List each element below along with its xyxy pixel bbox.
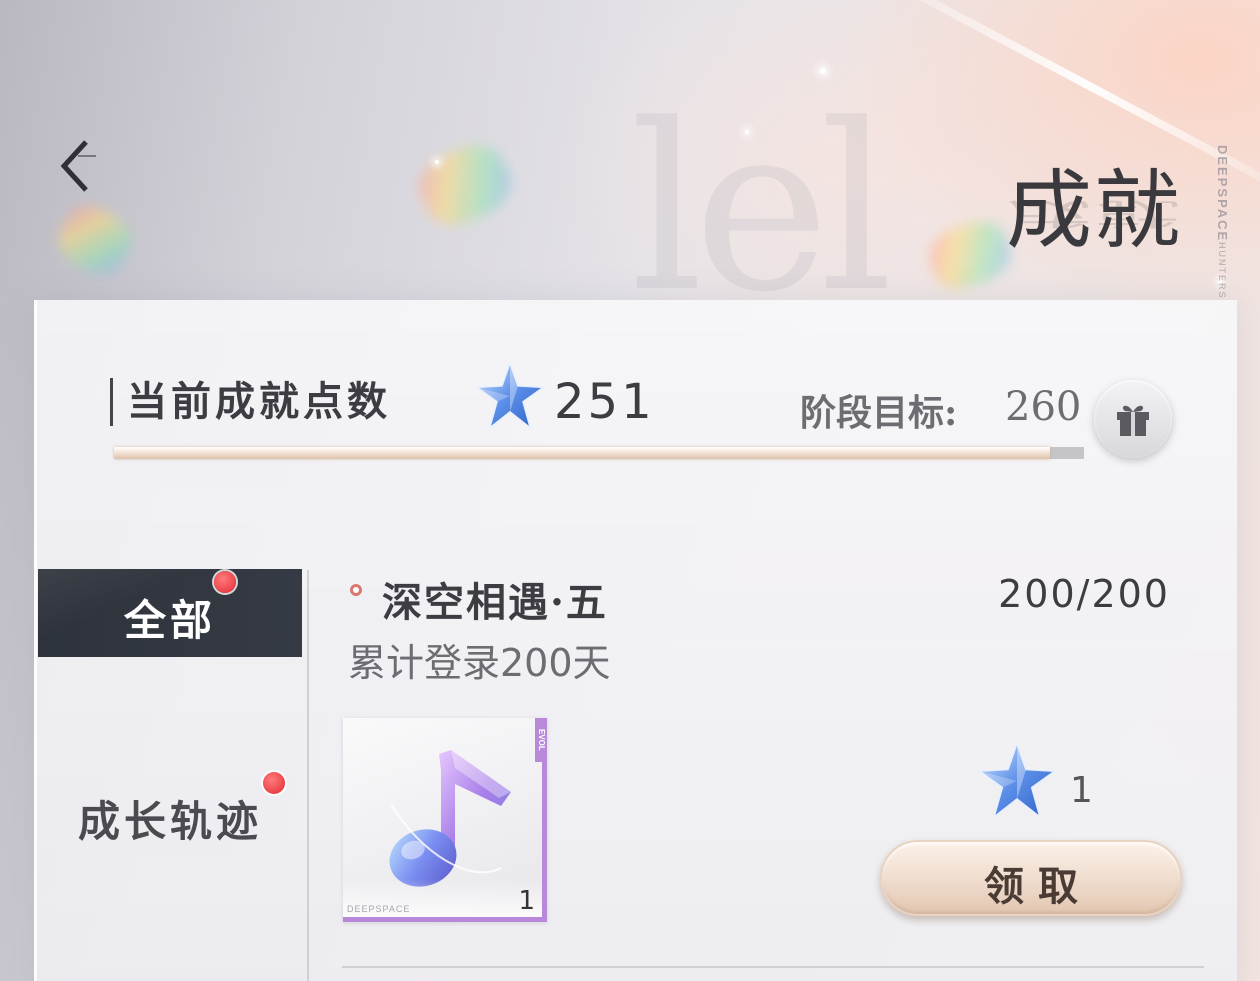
blue-star-icon — [474, 360, 546, 430]
points-label: 当前成就点数 — [110, 378, 391, 426]
rarity-bar — [343, 917, 547, 922]
goal-value: 260 — [1005, 384, 1082, 430]
brand-sub: HUNTERS — [1217, 242, 1227, 300]
prism-flare — [409, 134, 521, 236]
points-progress-fill — [114, 447, 1051, 459]
tab-all[interactable]: 全部 — [38, 569, 302, 657]
points-progress-bar — [114, 447, 1084, 459]
prism-flare — [922, 213, 1018, 297]
achievement-bullet-icon — [350, 584, 362, 596]
evol-tag: EVOL — [535, 718, 547, 762]
watermark-glyph: lel — [630, 76, 893, 343]
notification-dot — [214, 571, 236, 593]
back-button[interactable] — [56, 138, 100, 194]
claim-button[interactable]: 领取 — [880, 840, 1182, 916]
notification-dot — [263, 772, 285, 794]
sidebar-divider — [307, 570, 309, 981]
sparkle — [820, 68, 826, 74]
achievement-title: 深空相遇·五 — [382, 579, 608, 626]
tab-growth-track-label: 成长轨迹 — [77, 797, 262, 846]
list-divider — [342, 966, 1204, 968]
prism-flare — [49, 196, 141, 284]
page-title-reflection: 成就 — [1006, 195, 1182, 231]
goal-label: 阶段目标: — [800, 392, 958, 434]
claim-button-label: 领取 — [984, 863, 1092, 910]
chevron-left-icon — [60, 140, 96, 192]
sparkle — [435, 160, 439, 164]
gift-reward-button[interactable] — [1094, 380, 1172, 458]
reward-points: 1 — [1070, 770, 1093, 811]
gift-icon — [1117, 405, 1149, 436]
blue-star-icon — [976, 740, 1058, 820]
tab-growth-track[interactable]: 成长轨迹 — [38, 760, 302, 860]
tab-all-label: 全部 — [123, 596, 216, 645]
brand-logo: DEEPSPACEHUNTERS — [1215, 145, 1230, 300]
points-value: 251 — [554, 374, 655, 430]
brand-name: DEEPSPACE — [1215, 145, 1230, 243]
card-brand: DEEPSPACE — [347, 904, 411, 914]
reward-item-card[interactable]: EVOL DEEPSPACE 1 — [343, 718, 547, 922]
achievement-description: 累计登录200天 — [348, 641, 611, 685]
achievement-progress: 200/200 — [998, 572, 1170, 616]
item-quantity: 1 — [518, 886, 535, 916]
